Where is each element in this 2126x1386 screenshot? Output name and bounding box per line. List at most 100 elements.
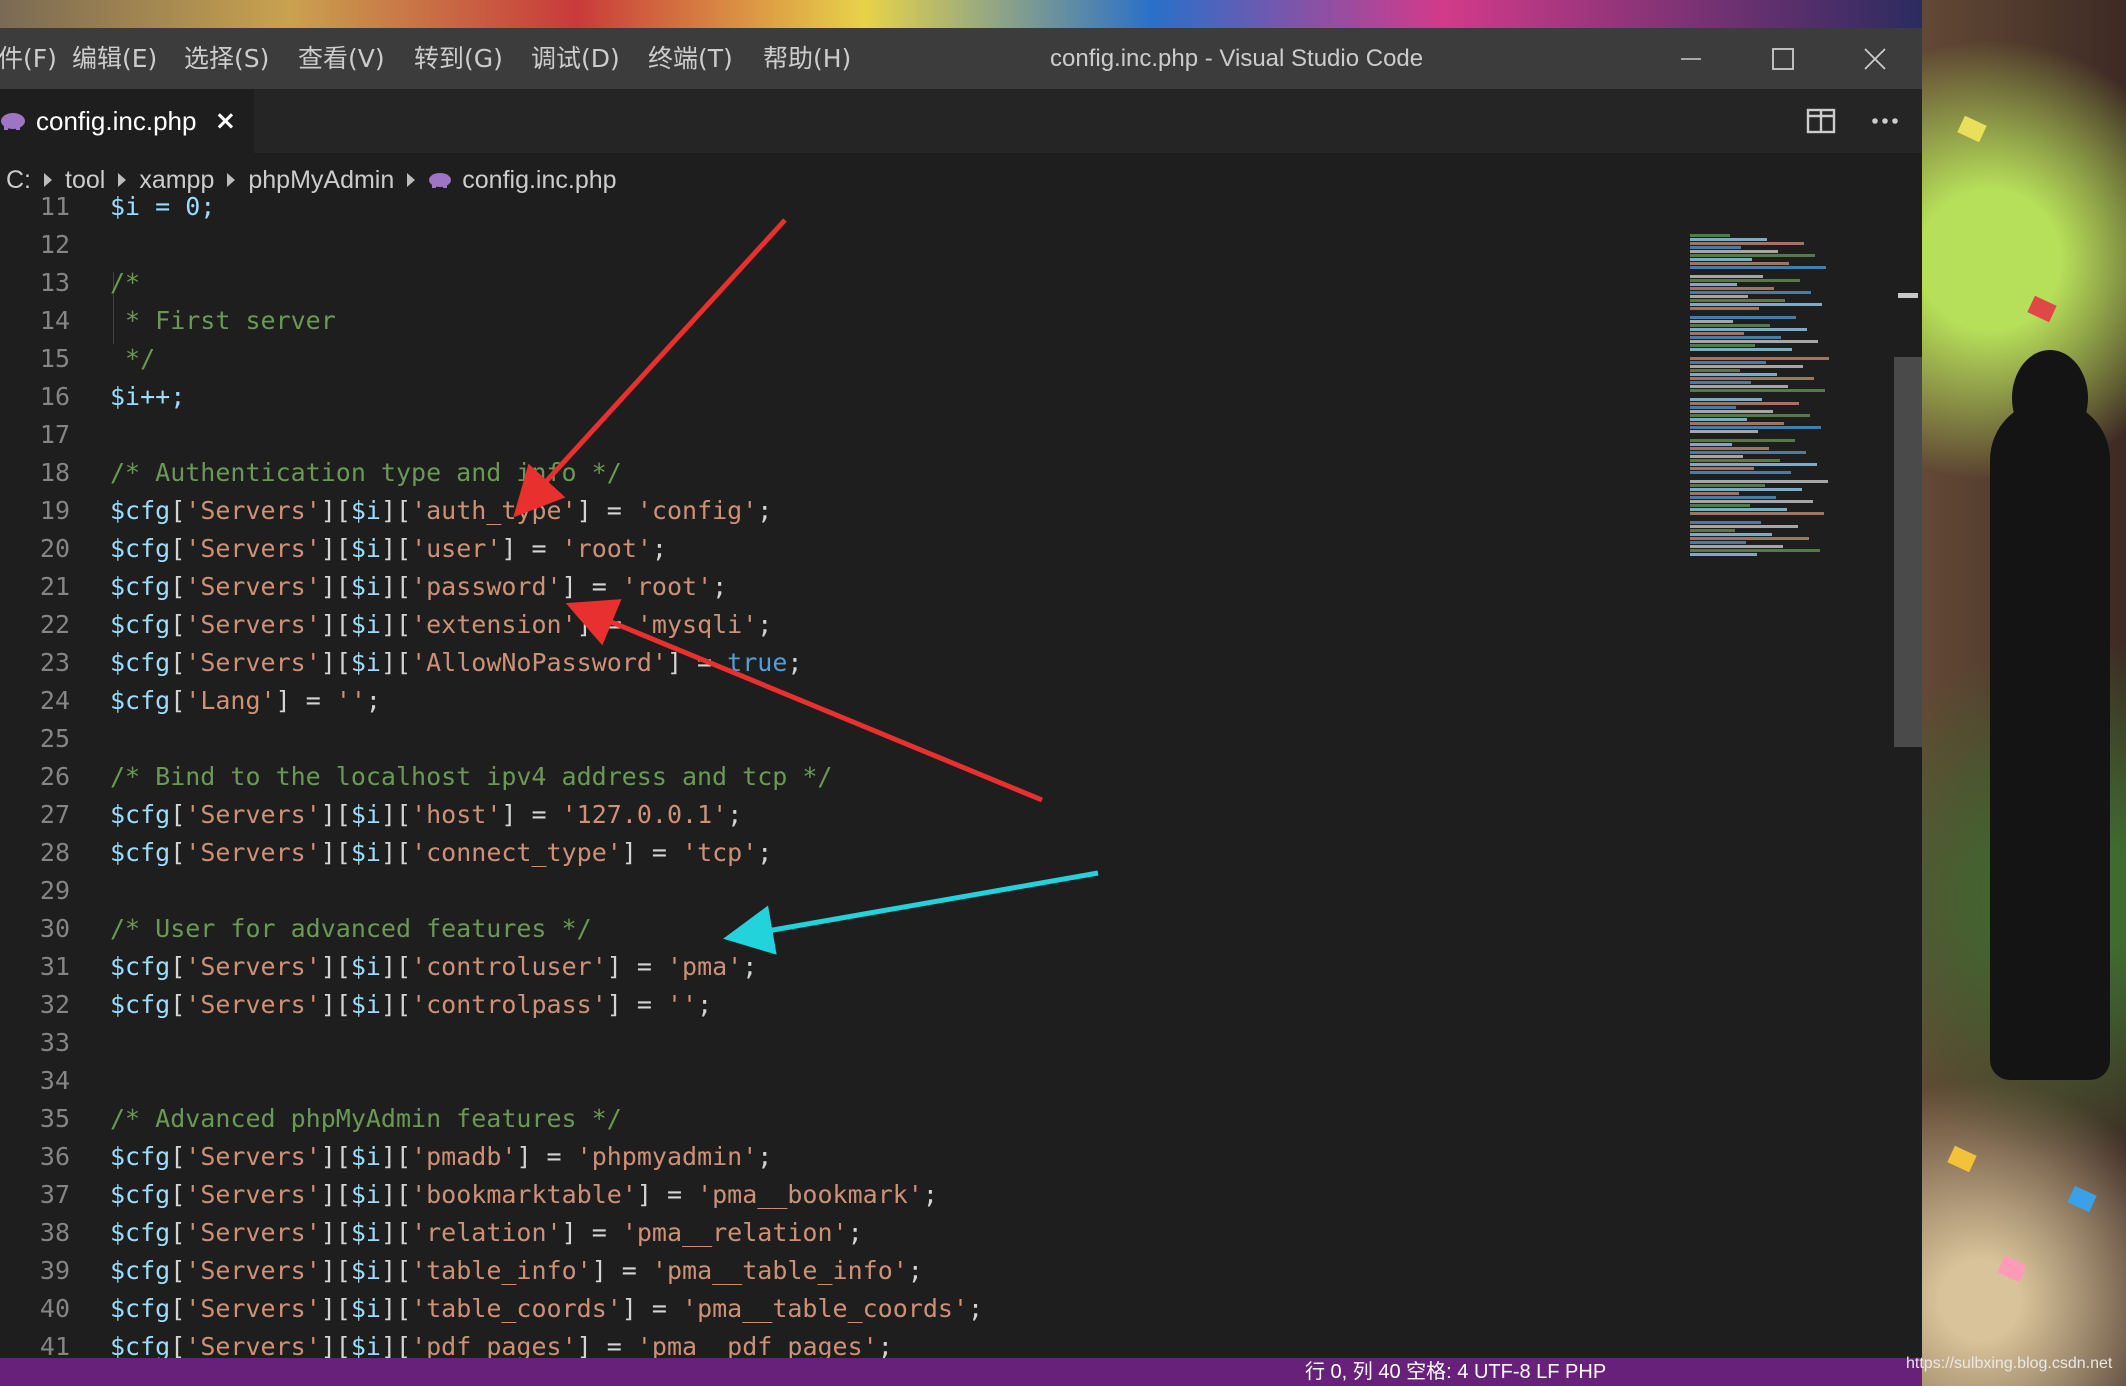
title-bar: 件(F) 编辑(E) 选择(S) 查看(V) 转到(G) 调试(D) 终端(T)… bbox=[0, 28, 1922, 89]
code-line: * First server bbox=[110, 302, 1690, 340]
code-editor[interactable]: 11 12 13 14 15 16 17 18 19 20 21 22 23 24 25 26 27 28 29 30… bbox=[0, 192, 1922, 1386]
code-string: 'Servers' bbox=[185, 496, 321, 525]
status-bar: 行 0, 列 40 空格: 4 UTF-8 LF PHP bbox=[0, 1358, 1922, 1386]
code-punct: ][ bbox=[380, 1180, 412, 1209]
code-line: /* Advanced phpMyAdmin features */ bbox=[110, 1100, 1690, 1138]
scrollbar-thumb[interactable] bbox=[1894, 357, 1922, 747]
minimap-line bbox=[1690, 348, 1792, 351]
minimap-line bbox=[1690, 480, 1828, 483]
code-value: 'pma' bbox=[666, 952, 743, 981]
status-bar-text[interactable]: 行 0, 列 40 空格: 4 UTF-8 LF PHP bbox=[1305, 1358, 1905, 1386]
code-line: $cfg['Servers'][$i]['controluser'] = 'pm… bbox=[110, 948, 1690, 986]
php-elephant-icon bbox=[429, 173, 452, 188]
code-line: /* Bind to the localhost ipv4 address an… bbox=[110, 758, 1690, 796]
more-actions-icon bbox=[1872, 118, 1898, 124]
minimap-line bbox=[1690, 369, 1740, 372]
code-value: 'pma__table_coords' bbox=[682, 1294, 968, 1323]
code-key: 'relation' bbox=[411, 1218, 562, 1247]
minimap-line bbox=[1690, 340, 1818, 343]
close-button[interactable] bbox=[1830, 28, 1920, 89]
split-editor-icon bbox=[1806, 108, 1836, 134]
code-punct: ][ bbox=[320, 534, 351, 563]
code-string: 'Servers' bbox=[185, 838, 321, 867]
code-punct: [ bbox=[170, 1142, 186, 1171]
code-text: $i++; bbox=[110, 382, 186, 411]
code-value: 'root' bbox=[621, 572, 713, 601]
minimap-line bbox=[1690, 410, 1773, 413]
code-punct: ; bbox=[651, 534, 667, 563]
code-variable: $cfg bbox=[110, 1332, 171, 1361]
minimap-line bbox=[1690, 307, 1759, 310]
vertical-scrollbar[interactable] bbox=[1894, 207, 1922, 1386]
code-punct: ] = bbox=[621, 838, 683, 867]
code-punct: ][ bbox=[380, 838, 412, 867]
minimap-line bbox=[1690, 447, 1769, 450]
code-variable: $cfg bbox=[110, 1218, 171, 1247]
code-key: 'controluser' bbox=[411, 952, 607, 981]
minimap-line bbox=[1690, 250, 1778, 253]
code-punct: ][ bbox=[320, 1180, 351, 1209]
code-variable: $cfg bbox=[110, 534, 171, 563]
code-line: /* bbox=[110, 264, 1690, 302]
minimap-line bbox=[1690, 545, 1783, 548]
menu-go[interactable]: 转到(G) bbox=[414, 28, 503, 89]
minimap-line bbox=[1690, 508, 1787, 511]
breadcrumb-item-tool[interactable]: tool bbox=[65, 166, 105, 195]
chevron-right-icon bbox=[44, 173, 52, 187]
code-string: 'Servers' bbox=[185, 1332, 321, 1361]
wallpaper-figure bbox=[1990, 400, 2110, 1080]
code-punct: ; bbox=[757, 610, 773, 639]
minimap[interactable] bbox=[1690, 225, 1890, 665]
code-value: 'pma__bookmark' bbox=[697, 1180, 923, 1209]
code-key: 'user' bbox=[411, 534, 502, 563]
wallpaper-confetti bbox=[2027, 295, 2057, 323]
code-key: 'Lang' bbox=[185, 686, 276, 715]
code-string: 'Servers' bbox=[185, 648, 321, 677]
tab-close-icon[interactable]: × bbox=[214, 106, 236, 136]
code-area[interactable]: $i = 0; /* * First server */ $i++; /* Aut… bbox=[110, 192, 1690, 1386]
code-punct: ][ bbox=[380, 800, 412, 829]
menu-edit[interactable]: 编辑(E) bbox=[72, 28, 157, 89]
code-punct: ][ bbox=[320, 990, 351, 1019]
menu-file[interactable]: 件(F) bbox=[0, 28, 57, 89]
code-line: $cfg['Servers'][$i]['bookmarktable'] = '… bbox=[110, 1176, 1690, 1214]
tab-config-inc-php[interactable]: config.inc.php × bbox=[0, 89, 254, 153]
code-punct: ][ bbox=[320, 648, 351, 677]
line-number: 19 bbox=[39, 496, 70, 525]
code-variable: $i bbox=[350, 1332, 381, 1361]
menu-help[interactable]: 帮助(H) bbox=[763, 28, 851, 89]
code-variable: $i bbox=[350, 1180, 381, 1209]
code-key: 'AllowNoPassword' bbox=[411, 648, 667, 677]
code-variable: $cfg bbox=[110, 686, 171, 715]
menu-selection[interactable]: 选择(S) bbox=[184, 28, 269, 89]
code-variable: $cfg bbox=[110, 1142, 171, 1171]
code-punct: [ bbox=[170, 838, 186, 867]
line-number: 25 bbox=[39, 724, 70, 753]
minimap-line bbox=[1690, 455, 1743, 458]
maximize-icon bbox=[1772, 47, 1794, 70]
line-number: 26 bbox=[39, 762, 70, 791]
minimap-line bbox=[1690, 328, 1807, 331]
maximize-button[interactable] bbox=[1738, 28, 1828, 89]
more-actions-button[interactable] bbox=[1870, 107, 1900, 139]
code-line: $cfg['Servers'][$i]['auth_type'] = 'conf… bbox=[110, 492, 1690, 530]
code-punct: ][ bbox=[320, 1256, 351, 1285]
code-punct: [ bbox=[170, 686, 186, 715]
code-punct: ][ bbox=[320, 496, 351, 525]
code-punct: [ bbox=[170, 648, 186, 677]
split-editor-button[interactable] bbox=[1806, 107, 1836, 139]
line-number: 22 bbox=[39, 610, 70, 639]
code-punct: [ bbox=[170, 496, 186, 525]
code-punct: ][ bbox=[320, 610, 351, 639]
menu-terminal[interactable]: 终端(T) bbox=[648, 28, 733, 89]
line-number: 16 bbox=[39, 382, 70, 411]
code-key: 'pmadb' bbox=[411, 1142, 517, 1171]
code-text: $i = 0; bbox=[110, 192, 216, 221]
minimize-button[interactable] bbox=[1646, 28, 1736, 89]
minimap-line bbox=[1690, 365, 1803, 368]
code-punct: ; bbox=[907, 1256, 923, 1285]
menu-debug[interactable]: 调试(D) bbox=[531, 28, 620, 89]
code-line: $cfg['Servers'][$i]['AllowNoPassword'] =… bbox=[110, 644, 1690, 682]
minimap-line bbox=[1690, 381, 1751, 384]
menu-view[interactable]: 查看(V) bbox=[298, 28, 385, 89]
